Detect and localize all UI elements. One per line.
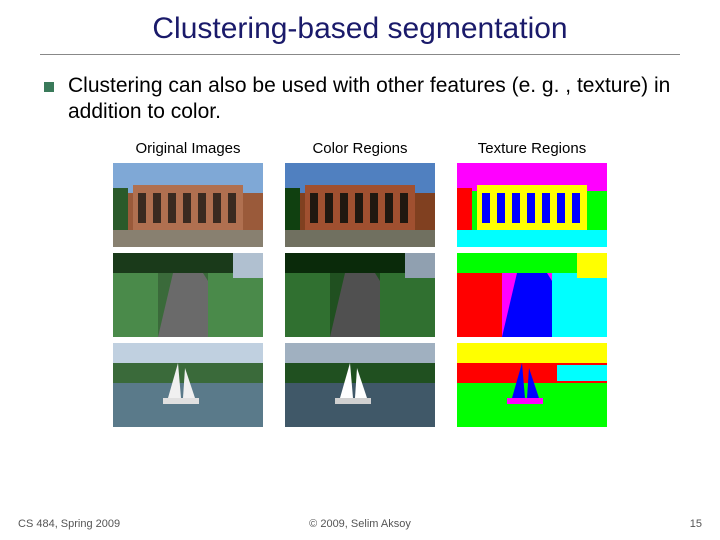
thumb-texture-building bbox=[457, 163, 607, 247]
image-grid: Original Images Color Regions Texture Re… bbox=[110, 140, 610, 427]
page-number: 15 bbox=[690, 518, 702, 530]
thumb-texture-park bbox=[457, 253, 607, 337]
thumb-original-park bbox=[113, 253, 263, 337]
col-header-texture: Texture Regions bbox=[457, 140, 607, 157]
col-header-original: Original Images bbox=[113, 140, 263, 157]
grid-row bbox=[110, 253, 610, 337]
grid-row bbox=[110, 163, 610, 247]
header-row: Original Images Color Regions Texture Re… bbox=[110, 140, 610, 157]
slide-title: Clustering-based segmentation bbox=[40, 12, 680, 55]
thumb-color-park bbox=[285, 253, 435, 337]
grid-row bbox=[110, 343, 610, 427]
col-header-color: Color Regions bbox=[285, 140, 435, 157]
bullet-icon bbox=[44, 82, 54, 92]
thumb-color-sailboat bbox=[285, 343, 435, 427]
footer-center: © 2009, Selim Aksoy bbox=[309, 518, 411, 530]
thumb-original-sailboat bbox=[113, 343, 263, 427]
thumb-color-building bbox=[285, 163, 435, 247]
thumb-original-building bbox=[113, 163, 263, 247]
footer-left: CS 484, Spring 2009 bbox=[18, 518, 120, 530]
body-text: Clustering can also be used with other f… bbox=[68, 73, 680, 126]
thumb-texture-sailboat bbox=[457, 343, 607, 427]
body-bullet: Clustering can also be used with other f… bbox=[40, 73, 680, 126]
slide-footer: CS 484, Spring 2009 © 2009, Selim Aksoy … bbox=[0, 518, 720, 530]
